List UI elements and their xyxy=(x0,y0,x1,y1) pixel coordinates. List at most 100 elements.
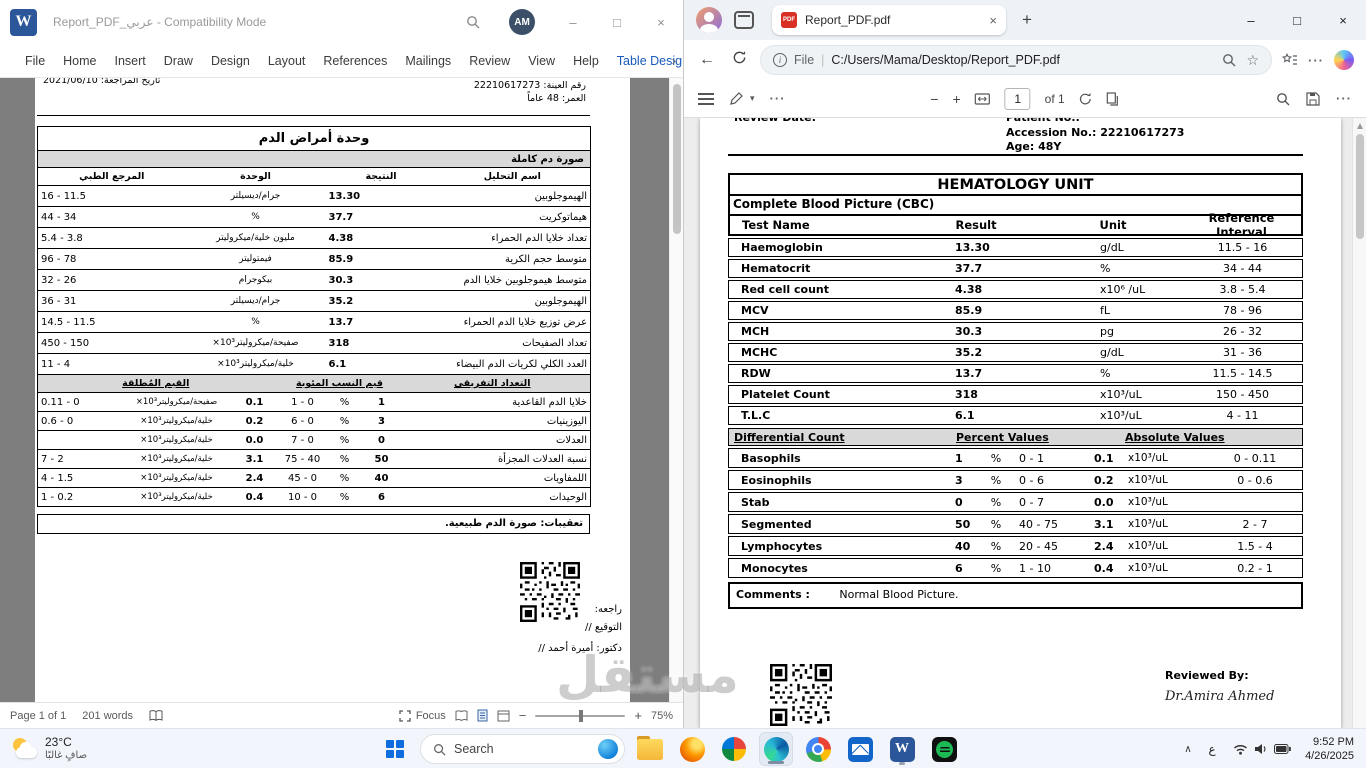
focus-button[interactable]: Focus xyxy=(399,710,446,722)
pdf-page[interactable]: Review Date: Patient No.: Accession No.:… xyxy=(700,118,1341,728)
word-scrollbar-track[interactable] xyxy=(669,78,683,702)
browser-maximize-button[interactable]: □ xyxy=(1274,0,1320,40)
ribbon-tab-draw[interactable]: Draw xyxy=(155,44,202,77)
word-maximize-button[interactable]: □ xyxy=(595,0,639,44)
ribbon-tab-review[interactable]: Review xyxy=(460,44,519,77)
zoom-level[interactable]: 75% xyxy=(651,710,673,722)
account-avatar[interactable]: AM xyxy=(509,9,535,35)
print-layout-icon[interactable] xyxy=(477,709,488,722)
tab-close-icon[interactable]: × xyxy=(989,13,997,28)
read-mode-icon[interactable] xyxy=(455,709,468,722)
table-cell: 4 - 1.5 xyxy=(37,468,118,488)
ribbon-tab-help[interactable]: Help xyxy=(564,44,608,77)
table-cell: 3 xyxy=(941,470,981,490)
table-row: Monocytes 6% 1 - 10 0.4 x10³/uL 0.2 - 1 xyxy=(728,558,1303,578)
ribbon-tab-file[interactable]: File xyxy=(16,44,54,77)
zoom-out-button[interactable]: − xyxy=(519,708,527,723)
word-search-button[interactable] xyxy=(453,0,493,44)
weather-widget[interactable]: 23°C صافٍ غالبًا xyxy=(4,732,95,766)
pdf-annotate-pen-icon[interactable] xyxy=(729,91,744,106)
wifi-icon xyxy=(1234,744,1248,755)
taskbar-search[interactable]: Search xyxy=(420,734,625,764)
save-icon[interactable] xyxy=(1306,91,1320,106)
language-indicator[interactable]: ع xyxy=(1201,742,1223,756)
rotate-icon[interactable] xyxy=(1079,92,1093,106)
table-row: ×10³خلية/ميكروليتر 0.0 7 - 0% 0 العدلات xyxy=(37,430,591,450)
copilot-icon[interactable] xyxy=(1334,50,1354,70)
pdf-zoom-in-button[interactable]: + xyxy=(952,91,960,107)
pdf-overflow-menu-icon[interactable]: ··· xyxy=(1336,91,1352,106)
spotify-icon xyxy=(931,736,957,762)
scrollbar-up-arrow[interactable] xyxy=(1357,123,1363,129)
bookmark-star-icon[interactable]: ☆ xyxy=(1246,52,1259,69)
zoom-slider-thumb[interactable] xyxy=(579,709,584,722)
ribbon-collapse-chevron[interactable]: › xyxy=(672,53,676,68)
ribbon-tab-insert[interactable]: Insert xyxy=(106,44,155,77)
word-minimize-button[interactable]: – xyxy=(551,0,595,44)
table-cell: 13.7 xyxy=(941,364,1086,383)
start-button[interactable] xyxy=(378,732,412,766)
fit-width-icon[interactable] xyxy=(975,92,991,105)
browser-close-button[interactable]: × xyxy=(1320,0,1366,40)
pen-dropdown-chevron[interactable]: ▾ xyxy=(750,93,755,104)
browser-tab-active[interactable]: PDF Report_PDF.pdf × xyxy=(772,5,1006,35)
zoom-page-icon[interactable] xyxy=(1222,53,1236,67)
pdf-search-icon[interactable] xyxy=(1276,92,1290,106)
table-cell: Segmented xyxy=(728,514,941,534)
page-indicator[interactable]: Page 1 of 1 xyxy=(10,710,66,722)
pdf-menu-icon[interactable] xyxy=(698,92,714,105)
word-count[interactable]: 201 words xyxy=(82,710,133,722)
word-page[interactable]: تاريخ المراجعة: 2021/06/10 رقم العينة: 2… xyxy=(35,78,630,702)
pdf-scrollbar-track[interactable] xyxy=(1352,118,1366,728)
ribbon-tab-references[interactable]: References xyxy=(314,44,396,77)
pdf-scrollbar-thumb[interactable] xyxy=(1356,134,1364,239)
taskbar-app-file-explorer[interactable] xyxy=(633,732,667,766)
system-tray[interactable] xyxy=(1225,743,1299,755)
taskbar-app-mail[interactable] xyxy=(843,732,877,766)
taskbar-clock[interactable]: 9:52 PM 4/26/2025 xyxy=(1301,735,1362,763)
pdf-zoom-out-button[interactable]: − xyxy=(930,91,938,107)
word-scrollbar-thumb[interactable] xyxy=(673,84,681,234)
col-header-testname: Test Name xyxy=(742,218,810,232)
ribbon-tab-layout[interactable]: Layout xyxy=(259,44,315,77)
page-view-icon[interactable] xyxy=(1107,91,1120,106)
pdf-page-input[interactable] xyxy=(1004,87,1031,110)
table-cell: % xyxy=(981,514,1011,534)
table-cell: 3.8 - 5.4 xyxy=(1183,280,1303,299)
taskbar-app-edge[interactable] xyxy=(759,732,793,766)
table-cell: العدلات xyxy=(405,430,591,450)
table-cell: 0 xyxy=(357,430,406,450)
ribbon-tab-view[interactable]: View xyxy=(519,44,564,77)
patient-age: Age: 48Y xyxy=(1006,140,1062,153)
zoom-slider[interactable] xyxy=(535,709,626,722)
ribbon-tab-mailings[interactable]: Mailings xyxy=(396,44,460,77)
word-close-button[interactable]: × xyxy=(639,0,683,44)
taskbar-app-chrome[interactable] xyxy=(801,732,835,766)
taskbar-app-photos[interactable] xyxy=(717,732,751,766)
new-tab-button[interactable]: + xyxy=(1022,10,1032,30)
taskbar-app-firefox[interactable] xyxy=(675,732,709,766)
col-header-result-ar: النتيجة xyxy=(325,167,446,186)
tab-actions-icon[interactable] xyxy=(734,11,754,29)
site-info-icon[interactable]: i xyxy=(773,53,787,67)
favorites-icon[interactable] xyxy=(1282,53,1298,67)
zoom-in-button[interactable]: + xyxy=(634,708,642,723)
ribbon-tab-home[interactable]: Home xyxy=(54,44,105,77)
age-ar: العمر: 48 عاماً xyxy=(527,93,586,104)
table-row: Hematocrit 37.7% 34 - 44 xyxy=(728,259,1303,278)
tray-overflow-chevron[interactable]: ∧ xyxy=(1177,744,1199,755)
taskbar-app-word[interactable]: W xyxy=(885,732,919,766)
ribbon-tab-design[interactable]: Design xyxy=(202,44,259,77)
refresh-button[interactable] xyxy=(728,50,750,70)
browser-menu-icon[interactable]: ··· xyxy=(1308,53,1324,68)
taskbar-app-spotify[interactable] xyxy=(927,732,961,766)
pdf-more-tools-icon[interactable]: ··· xyxy=(770,91,786,106)
proofing-icon[interactable] xyxy=(149,709,163,722)
browser-minimize-button[interactable]: – xyxy=(1228,0,1274,40)
browser-profile-avatar[interactable] xyxy=(696,7,722,33)
back-button[interactable]: ← xyxy=(696,51,718,69)
web-layout-icon[interactable] xyxy=(497,710,510,722)
table-cell: 16 - 11.5 xyxy=(37,185,186,207)
address-bar[interactable]: i File | C:/Users/Mama/Desktop/Report_PD… xyxy=(760,45,1272,75)
search-placeholder: Search xyxy=(454,742,494,756)
